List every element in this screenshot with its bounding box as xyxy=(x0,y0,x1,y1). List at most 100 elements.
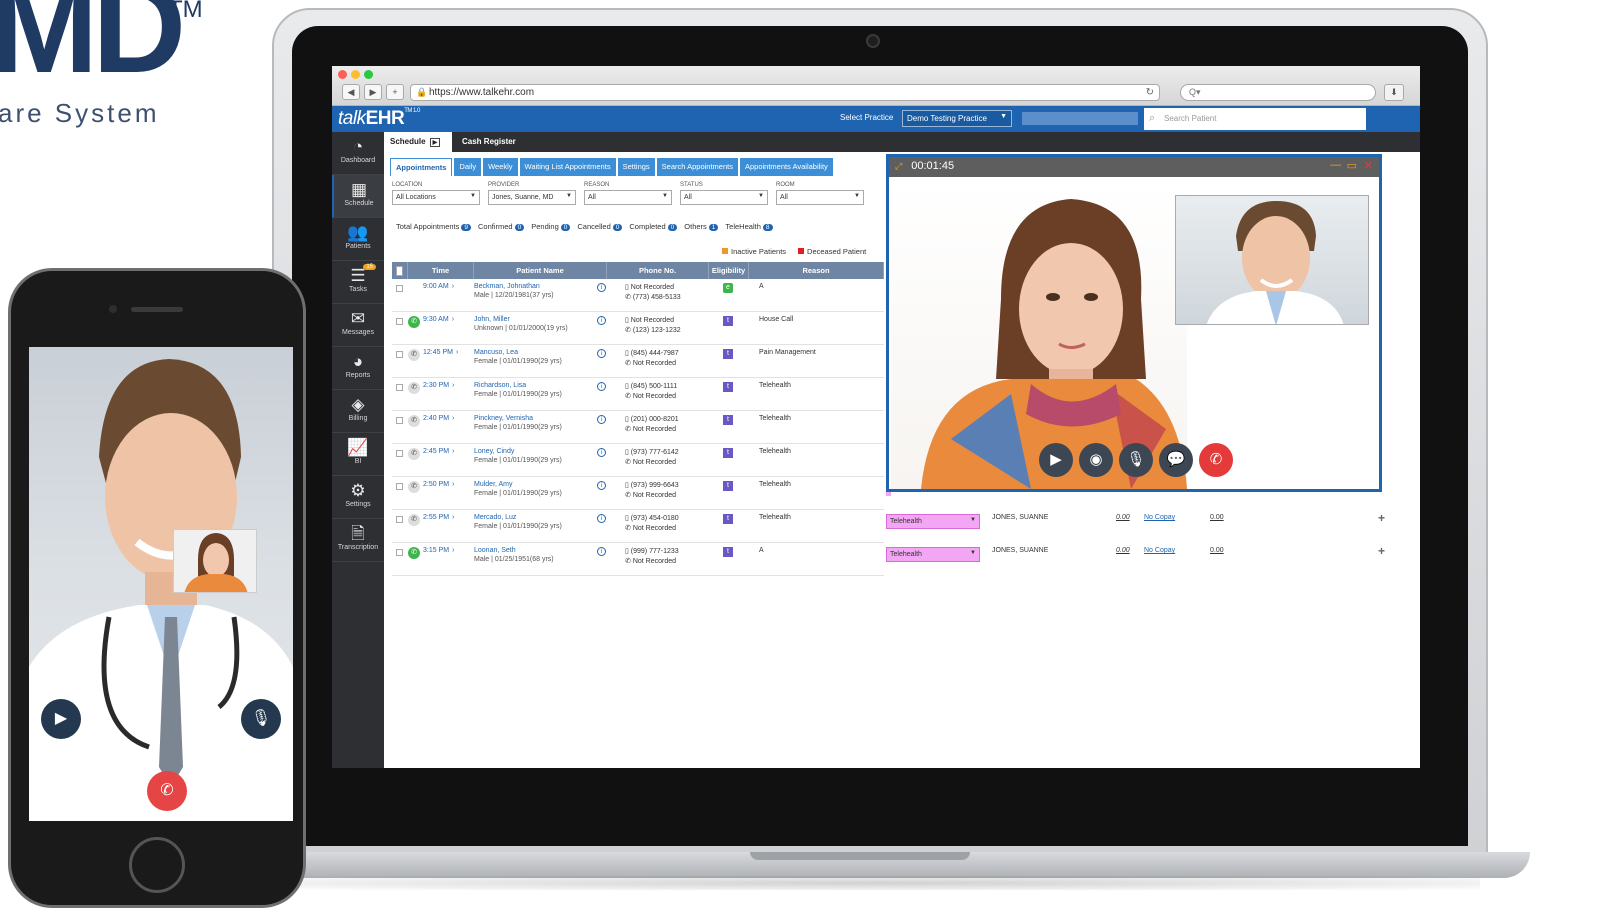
table-row[interactable]: ✆ 2:45 PM › Loney, Cindy Female | 01/01/1990… xyxy=(392,444,891,477)
info-icon[interactable]: i xyxy=(597,382,606,391)
minimize-window-button[interactable] xyxy=(351,70,360,79)
summary-pending[interactable]: Pending 0 xyxy=(531,222,571,231)
eligibility-badge[interactable]: t xyxy=(723,448,733,458)
summary-completed[interactable]: Completed 0 xyxy=(629,222,678,231)
header-reason[interactable]: Reason xyxy=(749,262,884,279)
balance[interactable]: 0.00 xyxy=(1210,514,1224,521)
table-row[interactable]: ✆ 9:30 AM › John, Miller Unknown | 01/01/200… xyxy=(392,312,891,345)
summary-others[interactable]: Others 1 xyxy=(684,222,719,231)
sidebar-item-tasks[interactable]: ☰ Tasks 15 xyxy=(332,261,384,304)
chevron-right-icon[interactable]: › xyxy=(452,382,454,394)
subtab-waiting-list-appointments[interactable]: Waiting List Appointments xyxy=(519,158,616,176)
phone-end-call-icon[interactable]: ✆ xyxy=(147,771,187,811)
sidebar-item-messages[interactable]: ✉ Messages xyxy=(332,304,384,347)
row-checkbox[interactable] xyxy=(396,351,403,358)
table-row[interactable]: ✆ 2:30 PM › Richardson, Lisa Female | 01/01/… xyxy=(392,378,891,411)
practice-select[interactable]: Demo Testing Practice ▼ xyxy=(902,110,1012,127)
browser-search-input[interactable]: Q▾ xyxy=(1180,84,1376,101)
subtab-appointments[interactable]: Appointments xyxy=(390,158,453,176)
eligibility-badge[interactable]: t xyxy=(723,481,733,491)
phone-microphone-icon[interactable]: 🎙 xyxy=(241,699,281,739)
copay-link[interactable]: No Copay xyxy=(1144,547,1175,554)
summary-cancelled[interactable]: Cancelled 0 xyxy=(577,222,623,231)
reason-select[interactable]: All ▼ xyxy=(584,190,672,205)
visit-type-select[interactable]: Telehealth ▼ xyxy=(886,514,980,529)
table-row[interactable]: ✆ 12:45 PM › Mancuso, Lea Female | 01/01/199… xyxy=(392,345,891,378)
tab-cash-register[interactable]: Cash Register xyxy=(456,132,522,152)
chevron-right-icon[interactable]: › xyxy=(452,316,454,328)
info-icon[interactable]: i xyxy=(597,283,606,292)
info-icon[interactable]: i xyxy=(597,448,606,457)
patient-name-link[interactable]: Mulder, Amy xyxy=(474,481,607,488)
row-checkbox[interactable] xyxy=(396,450,403,457)
row-checkbox[interactable] xyxy=(396,384,403,391)
url-bar[interactable]: 🔒 https://www.talkehr.com ↻ xyxy=(410,84,1160,101)
close-window-button[interactable] xyxy=(338,70,347,79)
video-call-window[interactable]: ⤢ 00:01:45 — ▭ ✕ ▶ ◉ 🎙 💬 ✆ xyxy=(886,154,1382,492)
subtab-daily[interactable]: Daily xyxy=(454,158,482,176)
eligibility-badge[interactable]: t xyxy=(723,415,733,425)
phone-video-camera-icon[interactable]: ▶ xyxy=(41,699,81,739)
row-checkbox[interactable] xyxy=(396,417,403,424)
maximize-video-button[interactable]: ▭ xyxy=(1347,159,1357,172)
chevron-right-icon[interactable]: › xyxy=(452,481,454,493)
phone-call-icon[interactable]: ✆ xyxy=(408,349,420,361)
subtab-settings[interactable]: Settings xyxy=(617,158,655,176)
phone-call-icon[interactable]: ✆ xyxy=(408,415,420,427)
header-patient-name[interactable]: Patient Name xyxy=(474,262,607,279)
sidebar-item-bi[interactable]: 📈 BI xyxy=(332,433,384,476)
back-button[interactable]: ◀ xyxy=(342,84,360,100)
info-icon[interactable]: i xyxy=(597,349,606,358)
table-row[interactable]: ✆ 2:50 PM › Mulder, Amy Female | 01/01/1990(… xyxy=(392,477,891,510)
info-icon[interactable]: i xyxy=(597,415,606,424)
end-call-icon[interactable]: ✆ xyxy=(1199,443,1233,477)
sidebar-item-patients[interactable]: 👥 Patients xyxy=(332,218,384,261)
row-checkbox[interactable] xyxy=(396,318,403,325)
minimize-video-button[interactable]: — xyxy=(1330,159,1341,171)
room-select[interactable]: All ▼ xyxy=(776,190,864,205)
phone-call-icon[interactable]: ✆ xyxy=(408,316,420,328)
subtab-appointments-availability[interactable]: Appointments Availability xyxy=(739,158,833,176)
header-search-field[interactable] xyxy=(1022,112,1138,125)
new-tab-button[interactable]: + xyxy=(386,84,404,100)
sidebar-item-billing[interactable]: ◈ Billing xyxy=(332,390,384,433)
select-all-checkbox[interactable] xyxy=(392,262,408,279)
snapshot-icon[interactable]: ◉ xyxy=(1079,443,1113,477)
microphone-icon[interactable]: 🎙 xyxy=(1119,443,1153,477)
phone-call-icon[interactable]: ✆ xyxy=(408,382,420,394)
table-row[interactable]: ✆ 2:40 PM › Pinckney, Vernisha Female | 01/0… xyxy=(392,411,891,444)
location-select[interactable]: All Locations ▼ xyxy=(392,190,480,205)
visit-type-select[interactable]: Telehealth ▼ xyxy=(886,547,980,562)
header-time[interactable]: Time xyxy=(408,262,474,279)
summary-telehealth[interactable]: TeleHealth 8 xyxy=(725,222,773,231)
patient-name-link[interactable]: Mancuso, Lea xyxy=(474,349,607,356)
eligibility-badge[interactable]: t xyxy=(723,382,733,392)
add-icon[interactable]: + xyxy=(1378,544,1385,558)
tab-schedule[interactable]: Schedule ▶ xyxy=(384,132,452,152)
summary-confirmed[interactable]: Confirmed 0 xyxy=(478,222,525,231)
table-row[interactable]: 9:00 AM › Beckman, Johnathan Male | 12/20/1… xyxy=(392,279,891,312)
close-video-button[interactable]: ✕ xyxy=(1364,159,1373,172)
patient-name-link[interactable]: Pinckney, Vernisha xyxy=(474,415,607,422)
add-icon[interactable]: + xyxy=(1378,511,1385,525)
reload-icon[interactable]: ↻ xyxy=(1146,85,1154,100)
sidebar-item-settings[interactable]: ⚙ Settings xyxy=(332,476,384,519)
chevron-right-icon[interactable]: › xyxy=(452,448,454,460)
sidebar-item-transcription[interactable]: 🗎 Transcription xyxy=(332,519,384,562)
chevron-right-icon[interactable]: › xyxy=(452,283,454,290)
subtab-weekly[interactable]: Weekly xyxy=(483,158,518,176)
provider-select[interactable]: Jones, Suanne, MD ▼ xyxy=(488,190,576,205)
row-checkbox[interactable] xyxy=(396,285,403,292)
summary-total-appointments[interactable]: Total Appointments 9 xyxy=(396,222,471,231)
phone-call-icon[interactable]: ✆ xyxy=(408,448,420,460)
info-icon[interactable]: i xyxy=(597,316,606,325)
search-patient-input[interactable]: ⌕ Search Patient xyxy=(1144,108,1366,130)
balance[interactable]: 0.00 xyxy=(1210,547,1224,554)
sidebar-item-reports[interactable]: ◕ Reports xyxy=(332,347,384,390)
chevron-right-icon[interactable]: › xyxy=(456,349,458,361)
video-camera-icon[interactable]: ▶ xyxy=(1039,443,1073,477)
sidebar-item-schedule[interactable]: ▦ Schedule xyxy=(332,175,384,218)
chevron-right-icon[interactable]: › xyxy=(452,415,454,427)
subtab-search-appointments[interactable]: Search Appointments xyxy=(656,158,738,176)
eligibility-badge[interactable]: t xyxy=(723,349,733,359)
